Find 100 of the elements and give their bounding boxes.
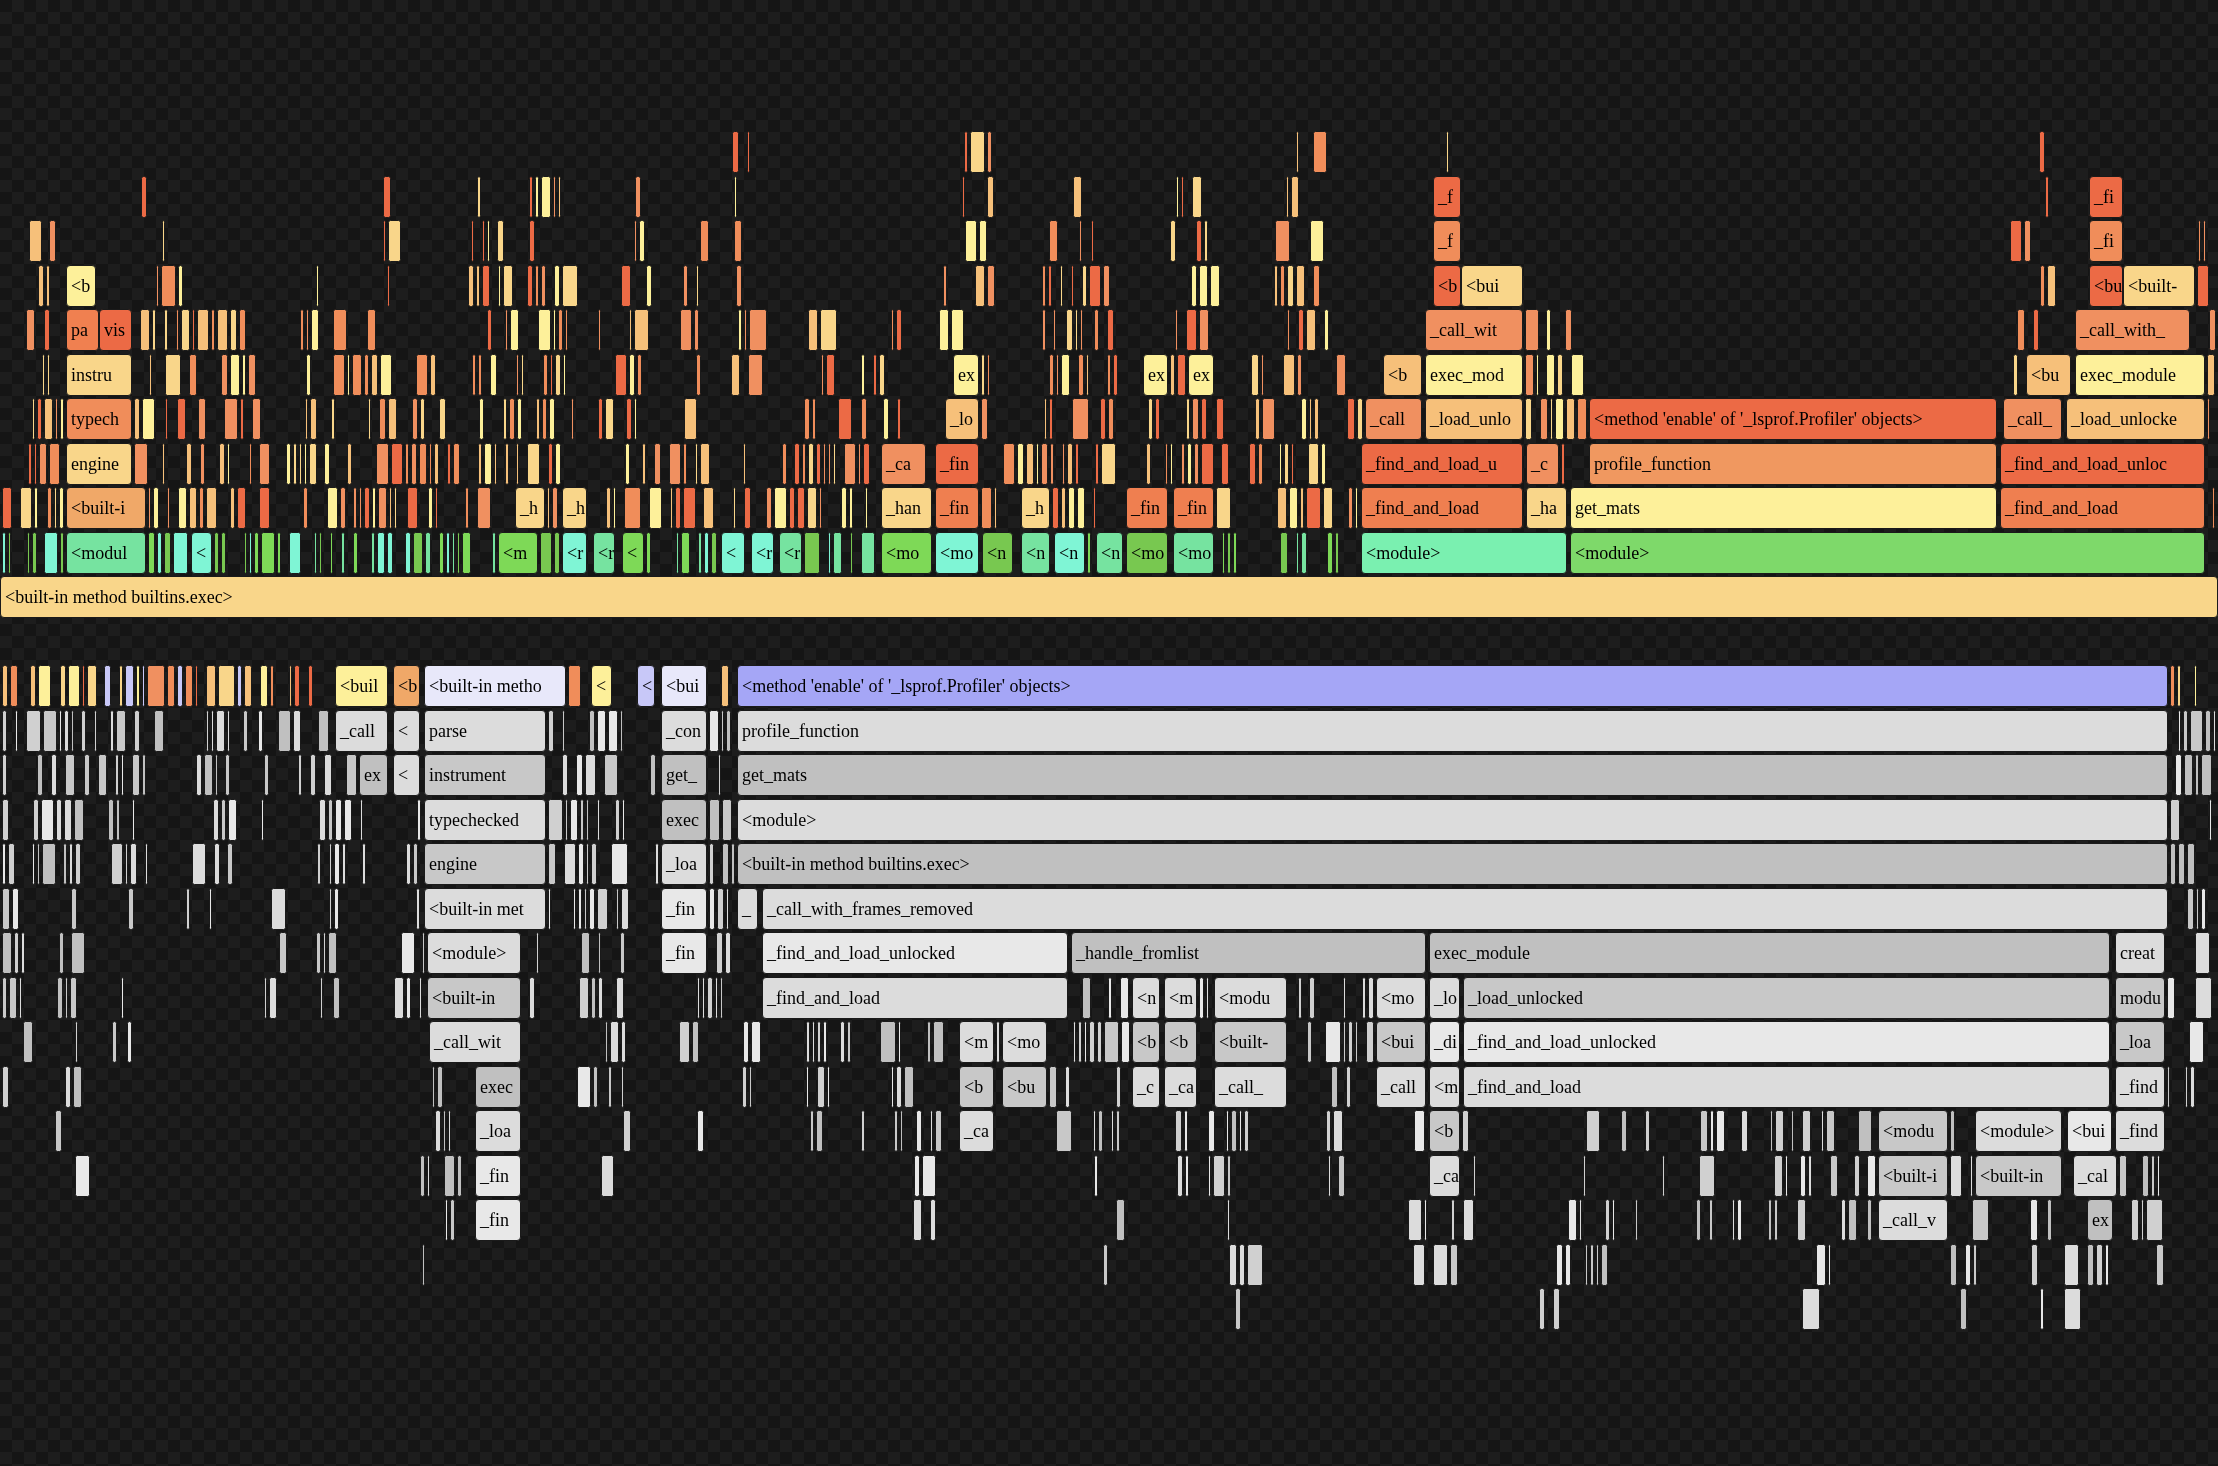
stack-frame[interactable]: < xyxy=(637,665,655,707)
stack-frame[interactable]: <m xyxy=(1164,976,1197,1019)
stack-frame[interactable]: exec xyxy=(661,798,707,841)
stack-frame[interactable]: <built-in method builtins.exec> xyxy=(737,843,2168,885)
stack-frame[interactable]: _di xyxy=(1429,1021,1460,1063)
stack-frame[interactable]: <b xyxy=(66,264,96,307)
stack-frame[interactable]: _fin xyxy=(1173,487,1214,529)
stack-frame[interactable]: <modu xyxy=(1214,976,1287,1019)
stack-frame[interactable]: _call_ xyxy=(2003,398,2062,440)
stack-frame[interactable]: <modul xyxy=(66,531,146,574)
stack-frame[interactable]: <mo xyxy=(935,531,979,574)
stack-frame[interactable]: <r xyxy=(593,531,615,574)
stack-frame[interactable]: <b xyxy=(1132,1021,1160,1063)
stack-frame[interactable]: <built-in metho xyxy=(424,665,566,707)
stack-frame[interactable]: _ca xyxy=(881,442,926,485)
stack-frame[interactable]: _handle_fromlist xyxy=(1071,932,1426,974)
stack-frame[interactable]: _load_unlo xyxy=(1425,398,1523,440)
stack-frame[interactable]: _c xyxy=(1132,1065,1160,1108)
stack-frame[interactable]: exec_mod xyxy=(1425,353,1523,396)
stack-frame[interactable]: < xyxy=(191,531,212,574)
stack-frame[interactable]: <m xyxy=(959,1021,994,1063)
stack-frame[interactable]: <modu xyxy=(1878,1110,1948,1152)
stack-frame[interactable]: _call_ xyxy=(1214,1065,1287,1108)
stack-frame[interactable]: profile_function xyxy=(737,709,2168,752)
stack-frame[interactable]: <bu xyxy=(2026,353,2071,396)
stack-frame[interactable]: <module> xyxy=(737,798,2168,841)
stack-frame[interactable]: _ca xyxy=(959,1110,994,1152)
stack-frame[interactable]: < xyxy=(622,531,644,574)
stack-frame[interactable]: _find_and_load_u xyxy=(1361,442,1523,485)
stack-frame[interactable]: <bui xyxy=(2067,1110,2112,1152)
stack-frame[interactable]: _find xyxy=(2115,1065,2165,1108)
stack-frame[interactable]: _c xyxy=(1526,442,1559,485)
stack-frame[interactable]: <module> xyxy=(427,932,521,974)
stack-frame[interactable]: <bu xyxy=(2089,264,2123,307)
stack-frame[interactable]: <r xyxy=(779,531,802,574)
stack-frame[interactable]: <built- xyxy=(2123,264,2195,307)
stack-frame[interactable]: <bui xyxy=(661,665,707,707)
stack-frame[interactable]: <module> xyxy=(1361,531,1567,574)
stack-frame[interactable]: creat xyxy=(2115,932,2165,974)
stack-frame[interactable]: ex xyxy=(953,353,979,396)
stack-frame[interactable]: _find_and_load_unlocked xyxy=(762,932,1068,974)
stack-frame[interactable]: _fin xyxy=(475,1154,521,1197)
stack-frame[interactable]: <built- xyxy=(1214,1021,1287,1063)
stack-frame[interactable]: vis xyxy=(99,309,132,351)
stack-frame[interactable]: <built-in xyxy=(427,976,521,1019)
stack-frame[interactable]: parse xyxy=(424,709,546,752)
stack-frame[interactable]: <bui xyxy=(1461,264,1523,307)
stack-frame[interactable]: <r xyxy=(562,531,587,574)
stack-frame[interactable]: <buil xyxy=(335,665,388,707)
stack-frame[interactable]: _loa xyxy=(661,843,707,885)
stack-frame[interactable]: < xyxy=(591,665,612,707)
stack-frame[interactable]: _fin xyxy=(661,932,707,974)
stack-frame[interactable]: typech xyxy=(66,398,132,440)
stack-frame[interactable]: <n xyxy=(1096,531,1123,574)
stack-frame[interactable]: engine xyxy=(66,442,132,485)
stack-frame[interactable]: typechecked xyxy=(424,798,546,841)
stack-frame[interactable]: <m xyxy=(498,531,538,574)
stack-frame[interactable]: <bui xyxy=(1376,1021,1426,1063)
stack-frame[interactable]: _ca xyxy=(1429,1154,1460,1197)
stack-frame[interactable]: < xyxy=(721,531,745,574)
stack-frame[interactable]: _load_unlocked xyxy=(1463,976,2110,1019)
stack-frame[interactable]: engine xyxy=(424,843,546,885)
stack-frame[interactable]: _fin xyxy=(1126,487,1168,529)
stack-frame[interactable]: get_mats xyxy=(737,754,2168,796)
stack-frame[interactable]: <method 'enable' of '_lsprof.Profiler' objects> xyxy=(1589,398,1997,440)
stack-frame[interactable]: get_mats xyxy=(1570,487,1997,529)
stack-frame[interactable]: _loa xyxy=(475,1110,521,1152)
stack-frame[interactable]: _call_with_frames_removed xyxy=(762,887,2168,930)
stack-frame[interactable]: <n xyxy=(1132,976,1160,1019)
stack-frame[interactable]: <mo xyxy=(1376,976,1426,1019)
stack-frame[interactable]: _find_and_load xyxy=(2000,487,2205,529)
stack-frame[interactable]: _call_wit xyxy=(1425,309,1523,351)
stack-frame[interactable]: <b xyxy=(959,1065,994,1108)
stack-frame[interactable]: _call_wit xyxy=(429,1021,521,1063)
stack-frame[interactable]: _find_and_load xyxy=(1463,1065,2110,1108)
stack-frame[interactable]: <built-i xyxy=(1878,1154,1948,1197)
stack-frame[interactable]: _con xyxy=(661,709,707,752)
stack-frame[interactable]: exec_module xyxy=(1429,932,2110,974)
stack-frame[interactable]: <b xyxy=(1433,264,1461,307)
stack-frame[interactable]: _call xyxy=(335,709,388,752)
stack-frame[interactable]: <b xyxy=(1383,353,1422,396)
stack-frame[interactable]: <built-in method builtins.exec> xyxy=(0,576,2218,618)
stack-frame[interactable]: _han xyxy=(881,487,932,529)
stack-frame[interactable]: _find xyxy=(2115,1110,2165,1152)
stack-frame[interactable]: <module> xyxy=(1975,1110,2062,1152)
stack-frame[interactable]: _lo xyxy=(1429,976,1460,1019)
stack-frame[interactable]: _fi xyxy=(2089,220,2123,262)
stack-frame[interactable]: _ha xyxy=(1526,487,1567,529)
stack-frame[interactable]: <mo xyxy=(881,531,932,574)
stack-frame[interactable]: ex xyxy=(359,754,388,796)
stack-frame[interactable]: <built-i xyxy=(66,487,146,529)
stack-frame[interactable]: _fin xyxy=(475,1199,521,1241)
stack-frame[interactable]: _f xyxy=(1433,175,1461,218)
stack-frame[interactable]: <b xyxy=(1164,1021,1197,1063)
stack-frame[interactable]: <bu xyxy=(1002,1065,1047,1108)
stack-frame[interactable]: <mo xyxy=(1173,531,1214,574)
stack-frame[interactable]: <mo xyxy=(1126,531,1168,574)
stack-frame[interactable]: <built-in met xyxy=(424,887,546,930)
stack-frame[interactable]: _call xyxy=(1365,398,1422,440)
stack-frame[interactable]: <n xyxy=(1054,531,1085,574)
